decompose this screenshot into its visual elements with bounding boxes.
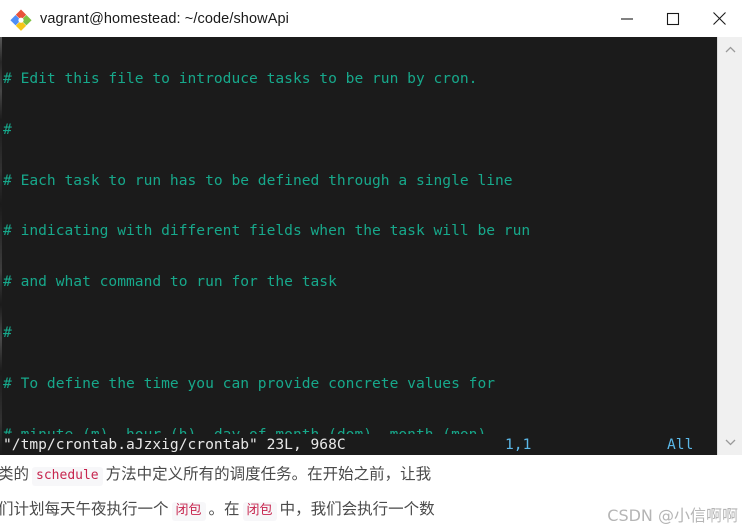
article-text-segment: 类的 xyxy=(0,465,30,483)
scrollbar-down-button[interactable] xyxy=(718,431,742,453)
maximize-button[interactable] xyxy=(650,0,696,37)
article-line-2: 们计划每天午夜执行一个 闭包 。在 闭包 中，我们会执行一个数 xyxy=(0,497,435,521)
window-title: vagrant@homestead: ~/code/showApi xyxy=(40,10,289,27)
terminal-line: # Each task to run has to be defined thr… xyxy=(3,171,513,189)
article-text-segment: 中，我们会执行一个数 xyxy=(279,500,435,518)
terminal-line: # and what command to run for the task xyxy=(3,273,337,291)
inline-code-schedule: schedule xyxy=(32,467,103,486)
article-text-region: 类的 schedule 方法中定义所有的调度任务。在开始之前，让我 们计划每天午… xyxy=(0,455,742,530)
terminal-line: # Edit this file to introduce tasks to b… xyxy=(3,69,478,87)
minimize-button[interactable] xyxy=(604,0,650,37)
status-filename: "/tmp/crontab.aJzxig/crontab" 23L, 968C xyxy=(3,436,346,453)
terminal-scrollbar[interactable] xyxy=(717,37,742,455)
csdn-watermark: CSDN @小信啊啊 xyxy=(607,506,738,525)
status-cursor-position: 1,1 xyxy=(505,436,532,453)
terminal-left-edge-artifact xyxy=(0,37,2,455)
vagrant-diamond-icon xyxy=(8,6,34,32)
terminal-line: # indicating with different fields when … xyxy=(3,222,531,240)
article-text-segment: 方法中定义所有的调度任务。在开始之前，让我 xyxy=(105,465,432,483)
terminal-buffer: # Edit this file to introduce tasks to b… xyxy=(3,37,717,455)
inline-code-closure-1: 闭包 xyxy=(171,502,206,521)
terminal-line: # To define the time you can provide con… xyxy=(3,374,496,392)
window-titlebar: vagrant@homestead: ~/code/showApi xyxy=(0,0,742,37)
vim-status-line: "/tmp/crontab.aJzxig/crontab" 23L, 968C … xyxy=(0,434,717,455)
chevron-down-icon xyxy=(725,433,736,451)
chevron-up-icon xyxy=(725,41,736,59)
scrollbar-up-button[interactable] xyxy=(718,39,742,61)
terminal-line: # xyxy=(3,120,12,138)
close-button[interactable] xyxy=(696,0,742,37)
article-text-segment: 们计划每天午夜执行一个 xyxy=(0,500,169,518)
status-scroll-percent: All xyxy=(667,436,694,453)
terminal-window[interactable]: # Edit this file to introduce tasks to b… xyxy=(0,37,717,455)
terminal-line: # xyxy=(3,324,12,342)
inline-code-closure-2: 闭包 xyxy=(242,502,277,521)
article-text-segment: 。在 xyxy=(208,500,240,518)
article-line-1: 类的 schedule 方法中定义所有的调度任务。在开始之前，让我 xyxy=(0,462,431,486)
